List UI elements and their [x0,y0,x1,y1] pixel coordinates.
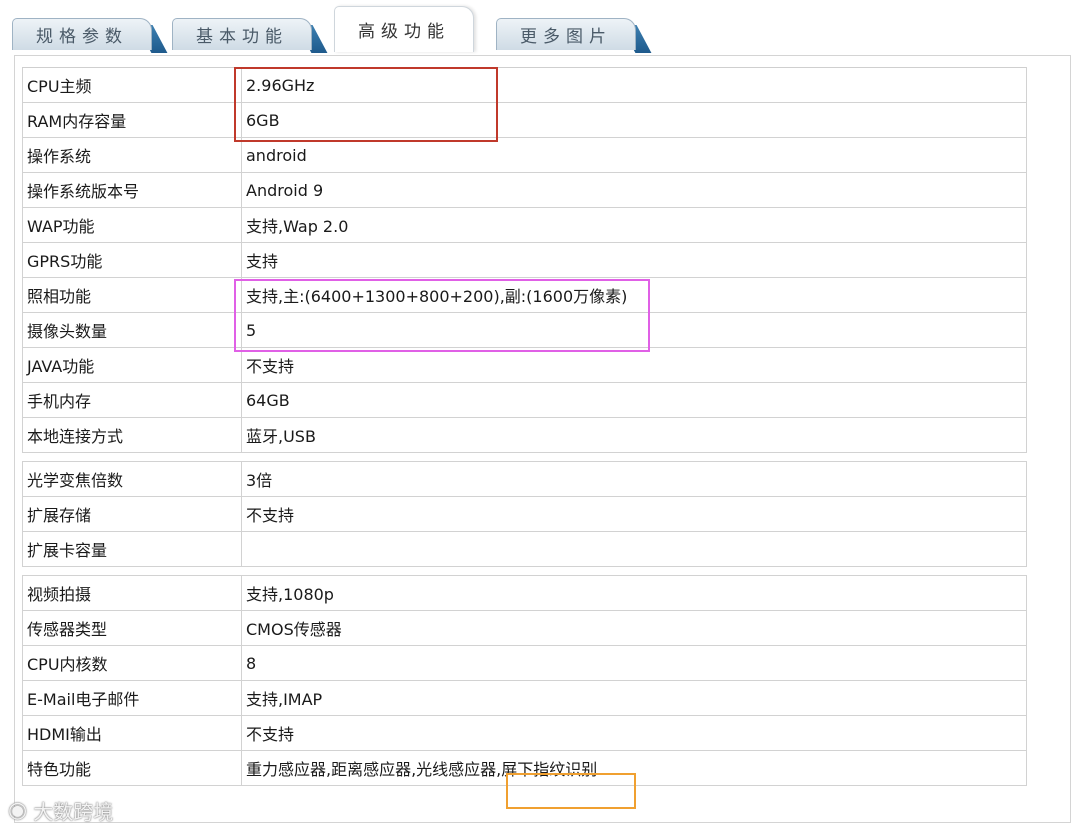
spec-key: CPU内核数 [22,645,242,681]
spec-value: 支持,主:(6400+1300+800+200),副:(1600万像素) [241,277,1027,313]
spec-key: 光学变焦倍数 [22,461,242,497]
table-row: 操作系统 android [22,137,1027,173]
spec-value: 不支持 [241,496,1027,532]
table-row: 扩展卡容量 [22,531,1027,567]
table-row: WAP功能 支持,Wap 2.0 [22,207,1027,243]
tab-bar: 规格参数 基本功能 高级功能 更多图片 [0,0,1080,56]
watermark-text: 大数跨境 [33,800,114,824]
spec-key: 扩展存储 [22,496,242,532]
table-row: 本地连接方式 蓝牙,USB [22,417,1027,453]
tab-basic-functions[interactable]: 基本功能 [172,18,312,50]
spec-value: 2.96GHz [241,67,1027,103]
spec-value [241,531,1027,567]
spec-value: 8 [241,645,1027,681]
spec-key: GPRS功能 [22,242,242,278]
spec-key: WAP功能 [22,207,242,243]
spec-value: 5 [241,312,1027,348]
table-gap [22,452,1027,462]
table-row: RAM内存容量 6GB [22,102,1027,138]
table-row: 传感器类型 CMOS传感器 [22,610,1027,646]
table-row: 视频拍摄 支持,1080p [22,575,1027,611]
spec-value: 蓝牙,USB [241,417,1027,453]
table-row: 特色功能 重力感应器,距离感应器,光线感应器,屏下指纹识别 [22,750,1027,786]
spec-key: 扩展卡容量 [22,531,242,567]
spec-key: 本地连接方式 [22,417,242,453]
spec-value: CMOS传感器 [241,610,1027,646]
spec-key: 特色功能 [22,750,242,786]
table-row: HDMI输出 不支持 [22,715,1027,751]
spec-key: 照相功能 [22,277,242,313]
spec-key: CPU主频 [22,67,242,103]
spec-key: 摄像头数量 [22,312,242,348]
spec-value: 支持,Wap 2.0 [241,207,1027,243]
spec-key: 手机内存 [22,382,242,418]
tab-spec-params[interactable]: 规格参数 [12,18,152,50]
spec-value: 不支持 [241,715,1027,751]
table-row: JAVA功能 不支持 [22,347,1027,383]
spec-value: android [241,137,1027,173]
wechat-icon: ◉ [8,798,28,823]
spec-key: HDMI输出 [22,715,242,751]
tab-more-images[interactable]: 更多图片 [496,18,636,50]
spec-value: 支持,IMAP [241,680,1027,716]
spec-value: 3倍 [241,461,1027,497]
spec-key: RAM内存容量 [22,102,242,138]
table-gap [22,566,1027,576]
spec-value: Android 9 [241,172,1027,208]
spec-value: 支持,1080p [241,575,1027,611]
spec-table: CPU主频 2.96GHz RAM内存容量 6GB 操作系统 android 操… [22,67,1027,786]
spec-value: 不支持 [241,347,1027,383]
table-row: 光学变焦倍数 3倍 [22,461,1027,497]
table-row: 照相功能 支持,主:(6400+1300+800+200),副:(1600万像素… [22,277,1027,313]
spec-key: 操作系统 [22,137,242,173]
spec-key: E-Mail电子邮件 [22,680,242,716]
table-row: GPRS功能 支持 [22,242,1027,278]
table-row: 扩展存储 不支持 [22,496,1027,532]
spec-value: 6GB [241,102,1027,138]
table-row: 操作系统版本号 Android 9 [22,172,1027,208]
table-row: 手机内存 64GB [22,382,1027,418]
table-row: CPU内核数 8 [22,645,1027,681]
spec-value: 重力感应器,距离感应器,光线感应器,屏下指纹识别 [241,750,1027,786]
spec-key: 传感器类型 [22,610,242,646]
table-row: 摄像头数量 5 [22,312,1027,348]
tab-advanced-functions[interactable]: 高级功能 [334,6,474,52]
table-row: E-Mail电子邮件 支持,IMAP [22,680,1027,716]
spec-value: 64GB [241,382,1027,418]
watermark: ◉ 大数跨境 [8,796,113,825]
spec-key: JAVA功能 [22,347,242,383]
spec-value: 支持 [241,242,1027,278]
spec-key: 视频拍摄 [22,575,242,611]
table-row: CPU主频 2.96GHz [22,67,1027,103]
spec-key: 操作系统版本号 [22,172,242,208]
